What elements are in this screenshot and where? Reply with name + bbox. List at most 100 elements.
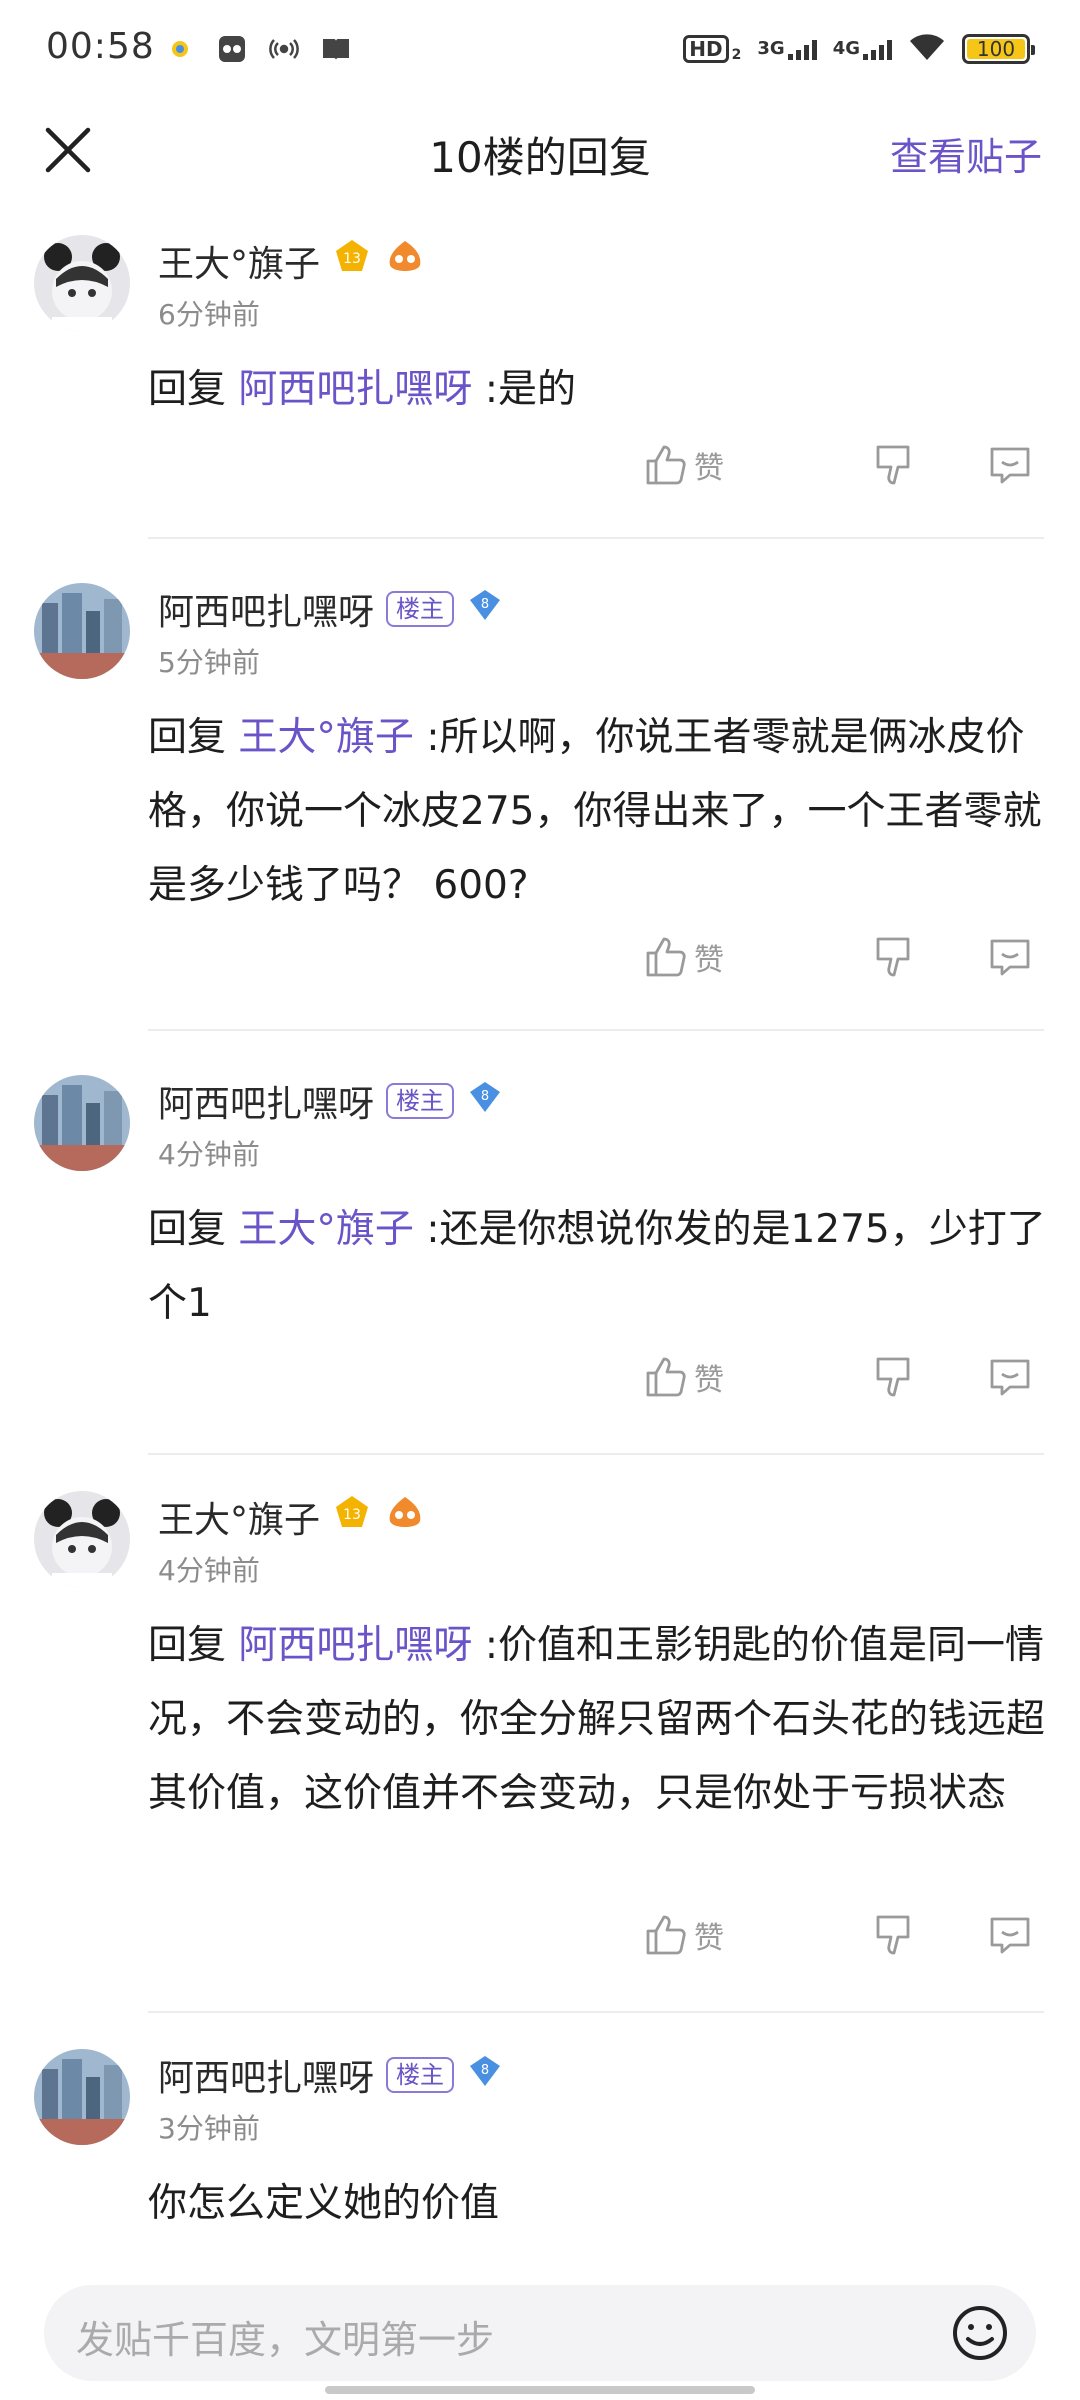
username[interactable]: 阿西吧扎嘿呀 楼主 8	[158, 583, 504, 635]
comment-button[interactable]	[982, 443, 1032, 487]
action-bar: 赞	[644, 935, 1032, 979]
reply-text: 你怎么定义她的价值	[148, 2181, 500, 2226]
book-icon	[321, 34, 351, 64]
username-text: 王大°旗子	[158, 244, 321, 285]
username[interactable]: 王大°旗子 13	[158, 1491, 426, 1543]
reply-list: 王大°旗子 13 6分钟前 回复 阿西吧扎嘿呀 :是的 赞 阿西吧扎嘿呀 楼主 …	[0, 225, 1080, 2226]
app-notification-icon	[165, 34, 195, 64]
comment-button[interactable]	[982, 1913, 1032, 1957]
post-time: 6分钟前	[158, 298, 260, 331]
like-label: 赞	[694, 1363, 724, 1398]
avatar[interactable]	[34, 2049, 130, 2145]
like-button[interactable]: 赞	[644, 935, 874, 979]
username-text: 阿西吧扎嘿呀	[158, 2058, 375, 2099]
reply-prefix: 回复	[148, 367, 227, 412]
action-bar: 赞	[644, 1913, 1032, 1957]
username[interactable]: 阿西吧扎嘿呀 楼主 8	[158, 2049, 504, 2101]
thumbs-up-icon	[646, 1357, 686, 1397]
divider	[148, 1453, 1044, 1455]
avatar[interactable]	[34, 583, 130, 679]
fire-badge-icon	[384, 1493, 426, 1542]
battery-level: 100	[976, 37, 1016, 61]
reply-content: 回复 王大°旗子 :所以啊，你说王者零就是俩冰皮价格，你说一个冰皮275，你得出…	[148, 701, 1048, 923]
action-bar: 赞	[644, 443, 1032, 487]
reply-item: 阿西吧扎嘿呀 楼主 8 3分钟前 你怎么定义她的价值	[0, 2039, 1080, 2265]
battery-icon: 100	[962, 34, 1035, 64]
owner-badge: 楼主	[386, 1083, 455, 1119]
avatar[interactable]	[34, 1075, 130, 1171]
thumbs-down-icon	[876, 445, 910, 485]
dislike-button[interactable]	[874, 1355, 982, 1399]
avatar[interactable]	[34, 1491, 130, 1587]
dislike-button[interactable]	[874, 1913, 982, 1957]
fire-badge-icon	[384, 237, 426, 286]
comment-input-placeholder: 发贴千百度，文明第一步	[76, 2318, 495, 2362]
like-label: 赞	[694, 451, 724, 486]
action-bar: 赞	[644, 1355, 1032, 1399]
svg-text:13: 13	[343, 1507, 361, 1523]
emoji-icon	[953, 2306, 1007, 2360]
dislike-button[interactable]	[874, 935, 982, 979]
reply-item: 王大°旗子 13 4分钟前 回复 阿西吧扎嘿呀 :价值和王影钥匙的价值是同一情况…	[0, 1481, 1080, 2051]
owner-badge: 楼主	[386, 591, 455, 627]
thumbs-down-icon	[876, 1357, 910, 1397]
reply-content: 回复 阿西吧扎嘿呀 :价值和王影钥匙的价值是同一情况，不会变动的，你全分解只留两…	[148, 1609, 1048, 1831]
thumbs-down-icon	[876, 937, 910, 977]
comment-button[interactable]	[982, 935, 1032, 979]
thumbs-down-icon	[876, 1915, 910, 1955]
reply-content: 回复 王大°旗子 :还是你想说你发的是1275，少打了个1	[148, 1193, 1048, 1341]
reply-text: :是的	[484, 367, 576, 412]
reply-content: 你怎么定义她的价值	[148, 2167, 1048, 2241]
post-time: 5分钟前	[158, 646, 260, 679]
header: 10楼的回复 查看贴子	[0, 100, 1080, 200]
avatar[interactable]	[34, 235, 130, 331]
username[interactable]: 阿西吧扎嘿呀 楼主 8	[158, 1075, 504, 1127]
comment-input[interactable]: 发贴千百度，文明第一步	[44, 2285, 1036, 2381]
mention-link[interactable]: 阿西吧扎嘿呀	[238, 367, 472, 412]
divider	[148, 2011, 1044, 2013]
comment-bar: 发贴千百度，文明第一步	[0, 2265, 1080, 2400]
svg-text:8: 8	[481, 1089, 489, 1104]
emoji-button[interactable]	[950, 2303, 1010, 2363]
like-button[interactable]: 赞	[644, 443, 874, 487]
svg-text:13: 13	[343, 251, 361, 267]
game-icon	[217, 34, 247, 64]
view-post-link[interactable]: 查看贴子	[890, 126, 1042, 181]
mention-link[interactable]: 王大°旗子	[238, 1207, 414, 1252]
level-diamond-icon: 8	[466, 2054, 504, 2097]
level-medal-icon: 13	[332, 237, 372, 286]
like-button[interactable]: 赞	[644, 1913, 874, 1957]
owner-badge: 楼主	[386, 2057, 455, 2093]
comment-icon	[990, 939, 1030, 976]
status-notification-icons	[165, 34, 351, 64]
svg-text:8: 8	[481, 597, 489, 612]
reply-item: 阿西吧扎嘿呀 楼主 8 4分钟前 回复 王大°旗子 :还是你想说你发的是1275…	[0, 1065, 1080, 1485]
username[interactable]: 王大°旗子 13	[158, 235, 426, 287]
hd-indicator: HD 2	[683, 35, 741, 63]
reply-content: 回复 阿西吧扎嘿呀 :是的	[148, 353, 1048, 427]
mention-link[interactable]: 王大°旗子	[238, 715, 414, 760]
like-label: 赞	[694, 943, 724, 978]
comment-button[interactable]	[982, 1355, 1032, 1399]
status-right: HD 2 3G 4G 100	[683, 32, 1035, 66]
reply-prefix: 回复	[148, 1623, 227, 1668]
like-label: 赞	[694, 1921, 724, 1956]
reply-item: 王大°旗子 13 6分钟前 回复 阿西吧扎嘿呀 :是的 赞	[0, 225, 1080, 545]
post-time: 4分钟前	[158, 1138, 260, 1171]
username-text: 阿西吧扎嘿呀	[158, 1084, 375, 1125]
home-indicator[interactable]	[325, 2386, 755, 2394]
status-bar: 00:58 HD 2 3G 4G 100	[0, 0, 1080, 100]
like-button[interactable]: 赞	[644, 1355, 874, 1399]
level-diamond-icon: 8	[466, 1080, 504, 1123]
dislike-button[interactable]	[874, 443, 982, 487]
divider	[148, 1029, 1044, 1031]
reply-prefix: 回复	[148, 1207, 227, 1252]
level-diamond-icon: 8	[466, 588, 504, 631]
thumbs-up-icon	[646, 445, 686, 485]
mention-link[interactable]: 阿西吧扎嘿呀	[238, 1623, 472, 1668]
post-time: 4分钟前	[158, 1554, 260, 1587]
thumbs-up-icon	[646, 1915, 686, 1955]
nfc-icon	[269, 34, 299, 64]
username-text: 阿西吧扎嘿呀	[158, 592, 375, 633]
comment-icon	[990, 1917, 1030, 1954]
